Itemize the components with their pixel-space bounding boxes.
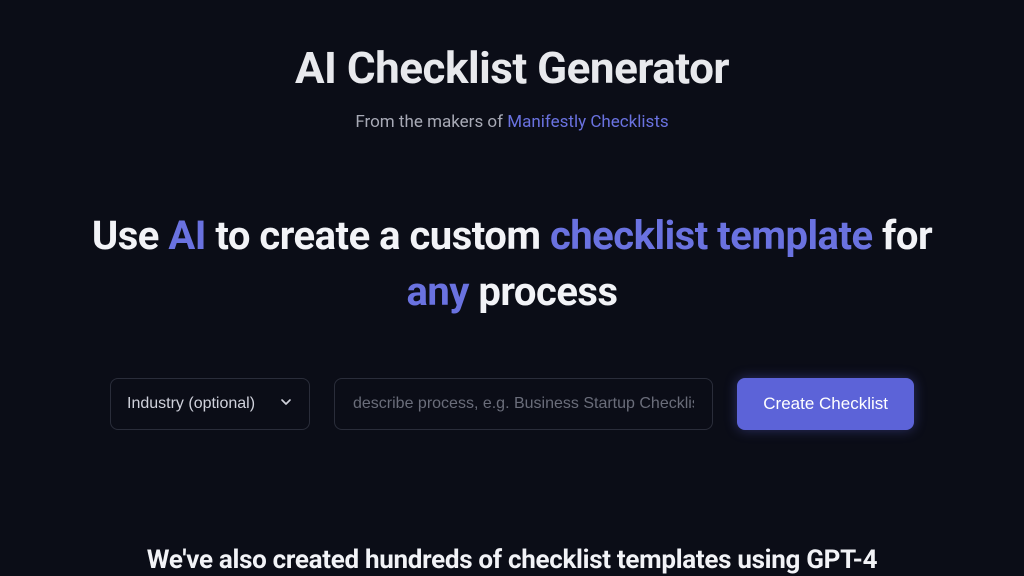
industry-select-wrapper: Industry (optional): [110, 378, 310, 430]
page-title: AI Checklist Generator: [0, 42, 1024, 94]
headline-part4: process: [469, 268, 618, 315]
industry-select[interactable]: Industry (optional): [110, 378, 310, 430]
subtitle-prefix: From the makers of: [355, 112, 507, 132]
headline-part1: Use: [92, 212, 168, 259]
headline-hl-template: checklist template: [550, 212, 873, 259]
process-input[interactable]: [334, 378, 713, 430]
headline-hl-any: any: [406, 268, 468, 315]
create-checklist-button[interactable]: Create Checklist: [737, 378, 914, 430]
templates-heading: We've also created hundreds of checklist…: [0, 545, 1024, 575]
generator-form: Industry (optional) Create Checklist: [0, 378, 1024, 430]
headline-hl-ai: AI: [168, 212, 206, 259]
headline: Use AI to create a custom checklist temp…: [0, 208, 1024, 320]
manifestly-link[interactable]: Manifestly Checklists: [507, 112, 668, 132]
headline-part3: for: [873, 212, 932, 259]
headline-part2: to create a custom: [206, 212, 550, 259]
subtitle: From the makers of Manifestly Checklists: [0, 112, 1024, 132]
